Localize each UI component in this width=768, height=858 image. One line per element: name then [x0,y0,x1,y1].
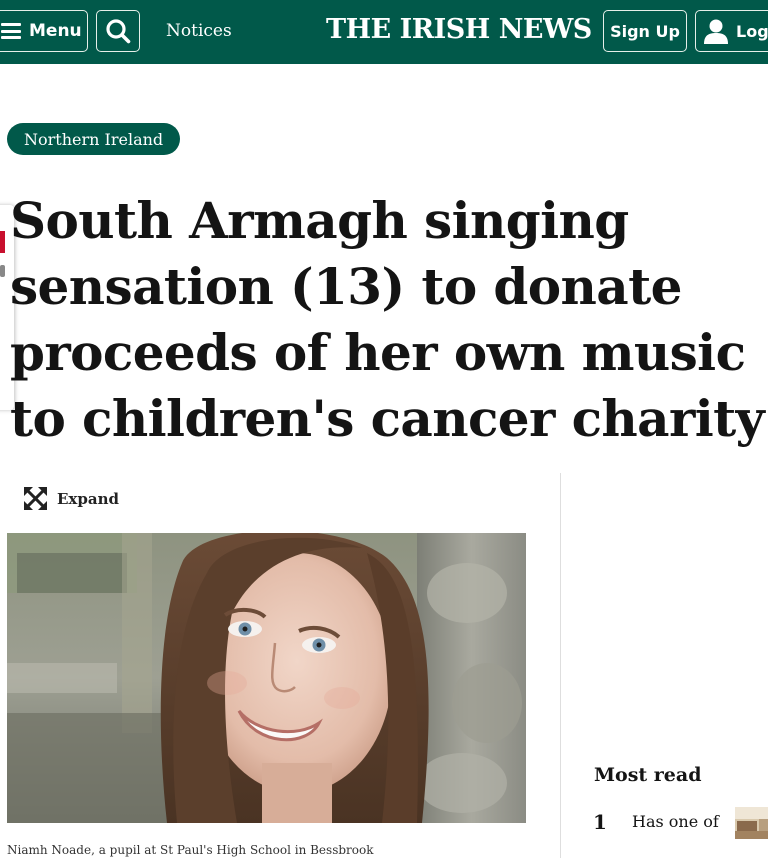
most-read-heading: Most read [594,764,702,786]
room-thumbnail-image [735,807,768,839]
category-tag[interactable]: Northern Ireland [7,123,181,155]
image-caption: Niamh Noade, a pupil at St Paul's High S… [7,843,374,857]
menu-label: Menu [29,21,82,41]
sign-up-button[interactable]: Sign Up [603,10,687,52]
article-image[interactable] [7,533,526,823]
panel-accent [0,231,5,253]
login-button[interactable]: Log [695,10,768,52]
panel-mark [0,265,5,277]
search-icon [106,19,131,44]
sign-up-label: Sign Up [610,21,680,41]
hamburger-icon [1,23,21,39]
expand-icon [24,487,47,510]
expand-label: Expand [57,489,119,508]
user-icon [704,19,728,44]
column-divider [560,473,561,858]
most-read-thumbnail[interactable] [735,807,768,839]
notices-link[interactable]: Notices [166,21,232,41]
site-logo[interactable]: THE IRISH NEWS [326,14,592,45]
login-label: Log [736,21,768,41]
girl-portrait-image [7,533,526,823]
site-header: Menu Notices THE IRISH NEWS Sign Up Log [0,0,768,64]
expand-image-button[interactable]: Expand [24,487,119,510]
most-read-rank: 1 [593,810,607,834]
menu-button[interactable]: Menu [0,10,88,52]
most-read-item-link[interactable]: Has one of [632,809,722,834]
search-button[interactable] [96,10,140,52]
article-headline: South Armagh singing sensation (13) to d… [10,191,765,448]
